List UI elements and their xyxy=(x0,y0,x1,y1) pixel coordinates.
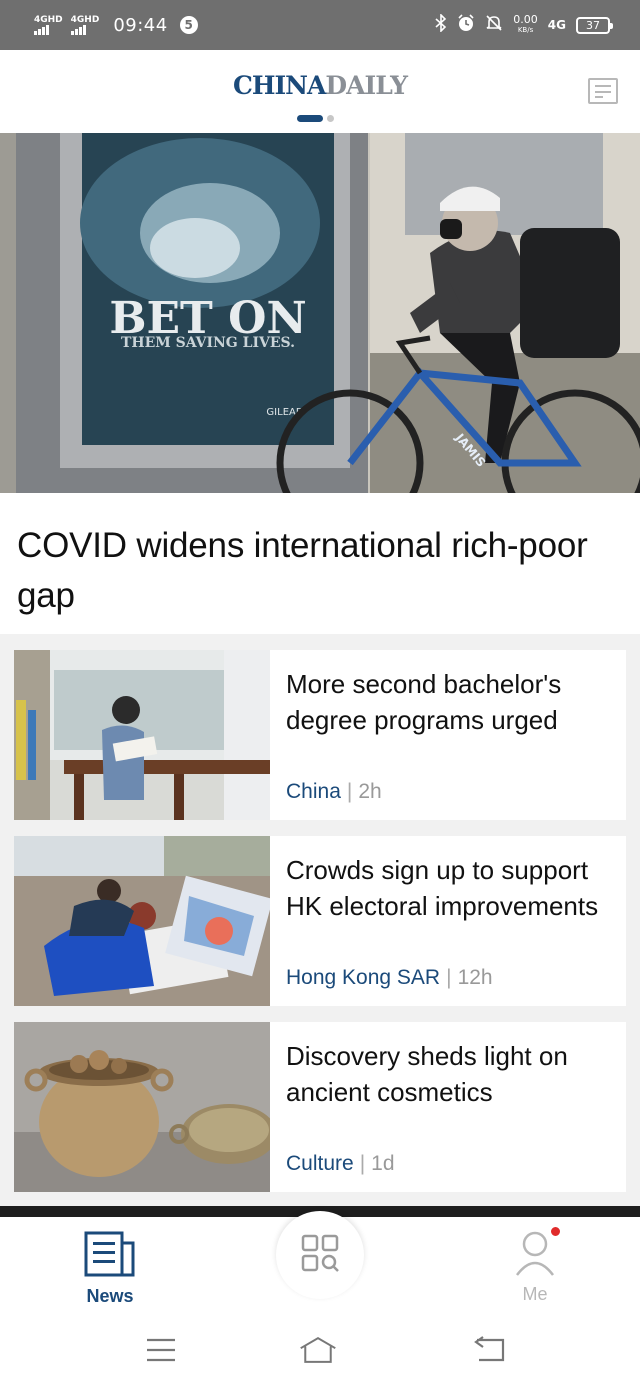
news-list: More second bachelor's degree programs u… xyxy=(14,650,626,1208)
status-bar: 4GHD 4GHD 09:44 5 0.00 KB/s 4G 37 xyxy=(0,0,640,50)
battery-level: 37 xyxy=(586,18,600,32)
nav-discover-button[interactable] xyxy=(276,1211,364,1299)
nav-me-label: Me xyxy=(522,1284,548,1304)
meta-separator: | xyxy=(346,780,353,803)
news-category[interactable]: China xyxy=(286,780,341,803)
grid-search-icon xyxy=(301,1234,339,1277)
logo-part-2: DAILY xyxy=(325,71,408,100)
news-age: 1d xyxy=(371,1152,395,1175)
home-icon[interactable] xyxy=(298,1333,338,1367)
sim1-signal-icon: 4GHD xyxy=(34,14,63,35)
nav-me-tab[interactable]: Me xyxy=(505,1225,565,1305)
news-headline[interactable]: Discovery sheds light on ancient cosmeti… xyxy=(286,1038,610,1110)
street-booth-thumbnail[interactable] xyxy=(14,836,270,1006)
news-item-1[interactable]: More second bachelor's degree programs u… xyxy=(14,650,626,820)
back-icon[interactable] xyxy=(468,1333,508,1367)
newspaper-layout-icon[interactable] xyxy=(588,78,618,104)
network-type: 4G xyxy=(547,18,566,32)
news-meta: China | 2h xyxy=(286,780,382,804)
news-item-3[interactable]: Discovery sheds light on ancient cosmeti… xyxy=(14,1022,626,1192)
sim2-type: 4GHD xyxy=(70,14,100,25)
news-headline[interactable]: Crowds sign up to support HK electoral i… xyxy=(286,852,610,924)
nav-news-label: News xyxy=(86,1286,134,1306)
news-category[interactable]: Culture xyxy=(286,1152,354,1175)
app-header: CHINADAILY xyxy=(0,50,640,133)
china-daily-logo[interactable]: CHINADAILY xyxy=(0,71,640,100)
user-icon xyxy=(513,1231,557,1281)
logo-part-1: CHINA xyxy=(232,71,326,100)
hero-image[interactable]: BET ON THEM SAVING LIVES. GILEAD JAMIS xyxy=(0,133,640,493)
bottom-nav: News Me xyxy=(0,1211,640,1317)
net-speed-value: 0.00 xyxy=(513,13,538,26)
news-item-2[interactable]: Crowds sign up to support HK electoral i… xyxy=(14,836,626,1006)
news-meta: Hong Kong SAR | 12h xyxy=(286,966,493,990)
bluetooth-icon xyxy=(435,13,447,36)
news-icon xyxy=(84,1231,136,1281)
battery-icon: 37 xyxy=(576,16,613,34)
page-dot[interactable] xyxy=(327,115,334,122)
page-dot-active[interactable] xyxy=(297,115,323,122)
system-navigation-bar xyxy=(0,1317,640,1387)
news-headline[interactable]: More second bachelor's degree programs u… xyxy=(286,666,610,738)
status-time: 09:44 xyxy=(113,14,168,36)
notification-dot xyxy=(549,1225,562,1238)
poster-subline: THEM SAVING LIVES. xyxy=(121,335,295,351)
sim2-signal-icon: 4GHD xyxy=(70,14,100,35)
net-speed-unit: KB/s xyxy=(517,26,534,34)
page-indicator xyxy=(297,115,334,122)
news-age: 2h xyxy=(358,780,382,803)
menu-icon[interactable] xyxy=(141,1333,181,1367)
hero-headline[interactable]: COVID widens international rich-poor gap xyxy=(17,521,623,621)
hero-headline-block[interactable]: COVID widens international rich-poor gap xyxy=(0,493,640,634)
sim1-type: 4GHD xyxy=(34,14,63,25)
news-meta: Culture | 1d xyxy=(286,1152,395,1176)
mute-icon xyxy=(485,14,503,36)
student-studying-thumbnail[interactable] xyxy=(14,650,270,820)
news-age: 12h xyxy=(457,966,493,989)
notification-count-badge: 5 xyxy=(179,16,198,34)
meta-separator: | xyxy=(359,1152,366,1175)
nav-news-tab[interactable]: News xyxy=(80,1231,140,1307)
meta-separator: | xyxy=(446,966,452,989)
ancient-pot-thumbnail[interactable] xyxy=(14,1022,270,1192)
net-speed: 0.00 KB/s xyxy=(513,14,538,36)
news-category[interactable]: Hong Kong SAR xyxy=(286,966,440,989)
alarm-icon xyxy=(457,14,475,36)
